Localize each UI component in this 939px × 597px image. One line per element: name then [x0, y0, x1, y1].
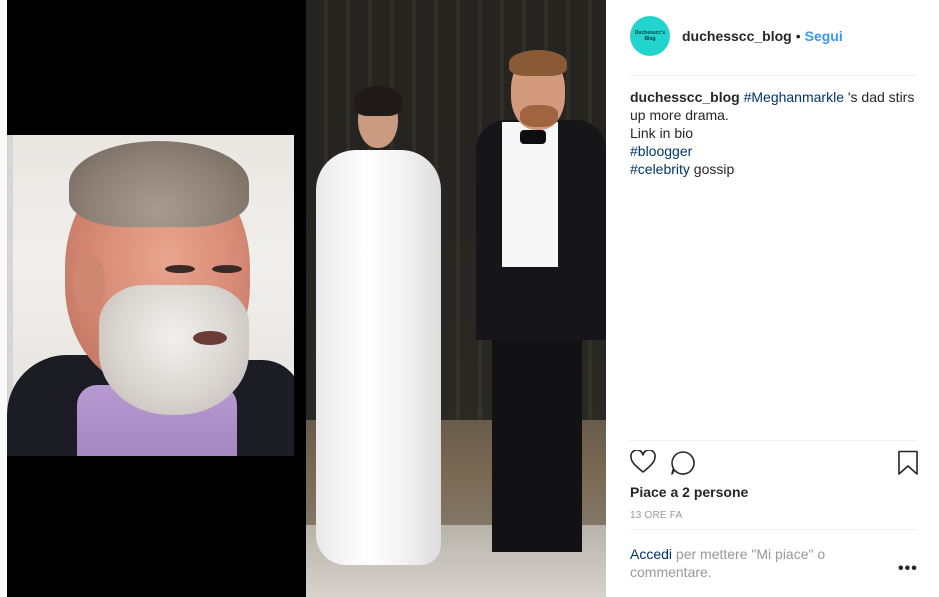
caption-line-1: duchesscc_blog #Meghanmarkle 's dad stir…: [630, 88, 917, 124]
bookmark-icon[interactable]: [897, 450, 919, 476]
post-side-panel: Duchesscc's Blog duchesscc_blog • Segui …: [606, 0, 939, 597]
hashtag-celebrity[interactable]: #celebrity: [630, 161, 690, 177]
caption-username-link[interactable]: duchesscc_blog: [630, 89, 740, 105]
action-bar: [630, 450, 919, 478]
avatar-logo-text: Duchesscc's Blog: [634, 30, 666, 42]
hashtag-meghanmarkle[interactable]: #Meghanmarkle: [744, 89, 844, 105]
caption-text-gossip: gossip: [689, 161, 735, 177]
comment-icon[interactable]: [670, 450, 696, 476]
login-prompt: Accedi per mettere "Mi piace" o commenta…: [630, 545, 870, 581]
avatar[interactable]: Duchesscc's Blog: [630, 16, 670, 56]
footer-divider: [630, 529, 917, 530]
post-timestamp: 13 ORE FA: [630, 510, 683, 521]
likes-count[interactable]: Piace a 2 persone: [630, 484, 748, 500]
post-caption: duchesscc_blog #Meghanmarkle 's dad stir…: [630, 88, 917, 178]
separator-dot: •: [795, 28, 801, 44]
follow-button[interactable]: Segui: [805, 28, 843, 44]
login-link[interactable]: Accedi: [630, 546, 672, 562]
actions-divider: [630, 440, 917, 441]
more-options-icon[interactable]: •••: [898, 560, 918, 578]
photo-wedding-couple: [306, 0, 606, 597]
username-link[interactable]: duchesscc_blog: [682, 28, 792, 44]
media-left-border: [0, 0, 7, 597]
post-media[interactable]: [0, 0, 606, 597]
hashtag-bloogger[interactable]: #bloogger: [630, 143, 692, 159]
heart-icon[interactable]: [630, 450, 656, 474]
post-header: Duchesscc's Blog duchesscc_blog • Segui: [630, 16, 843, 56]
header-divider: [630, 75, 917, 76]
photo-older-man: [7, 135, 294, 456]
caption-line-link: Link in bio: [630, 125, 694, 141]
